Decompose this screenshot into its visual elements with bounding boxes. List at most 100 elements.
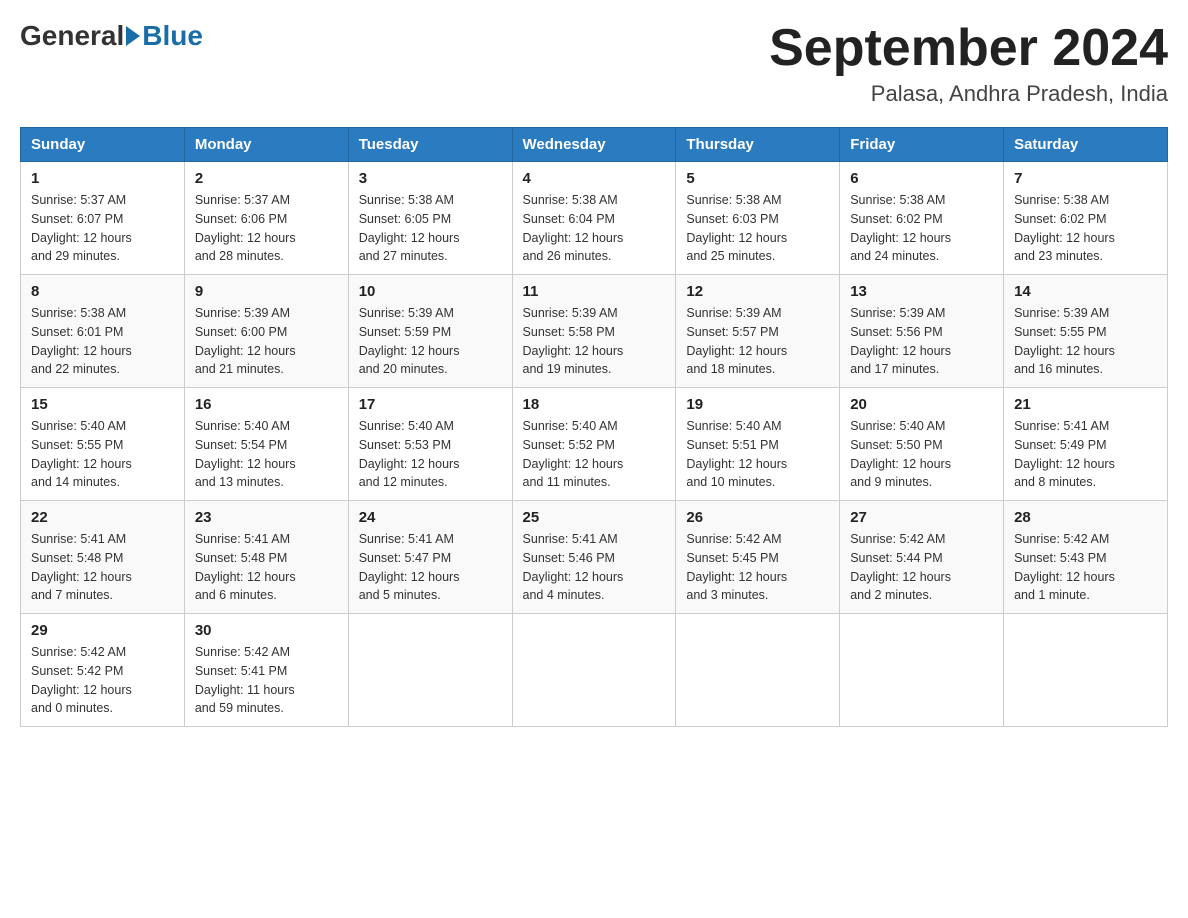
day-info: Sunrise: 5:41 AMSunset: 5:49 PMDaylight:… xyxy=(1014,417,1157,492)
day-info: Sunrise: 5:39 AMSunset: 5:55 PMDaylight:… xyxy=(1014,304,1157,379)
day-number: 3 xyxy=(359,170,502,187)
day-info: Sunrise: 5:37 AMSunset: 6:07 PMDaylight:… xyxy=(31,191,174,266)
empty-cell xyxy=(840,614,1004,727)
day-number: 12 xyxy=(686,283,829,300)
day-info: Sunrise: 5:42 AMSunset: 5:44 PMDaylight:… xyxy=(850,530,993,605)
empty-cell xyxy=(512,614,676,727)
day-number: 5 xyxy=(686,170,829,187)
location-subtitle: Palasa, Andhra Pradesh, India xyxy=(769,81,1168,107)
day-cell-27: 27 Sunrise: 5:42 AMSunset: 5:44 PMDayligh… xyxy=(840,501,1004,614)
day-info: Sunrise: 5:38 AMSunset: 6:02 PMDaylight:… xyxy=(1014,191,1157,266)
day-cell-21: 21 Sunrise: 5:41 AMSunset: 5:49 PMDayligh… xyxy=(1004,388,1168,501)
day-number: 8 xyxy=(31,283,174,300)
day-cell-18: 18 Sunrise: 5:40 AMSunset: 5:52 PMDayligh… xyxy=(512,388,676,501)
day-cell-16: 16 Sunrise: 5:40 AMSunset: 5:54 PMDayligh… xyxy=(184,388,348,501)
empty-cell xyxy=(348,614,512,727)
day-info: Sunrise: 5:41 AMSunset: 5:46 PMDaylight:… xyxy=(523,530,666,605)
day-number: 26 xyxy=(686,509,829,526)
calendar-week-2: 8 Sunrise: 5:38 AMSunset: 6:01 PMDaylight… xyxy=(21,275,1168,388)
day-number: 18 xyxy=(523,396,666,413)
logo-blue-text: Blue xyxy=(142,20,203,52)
day-cell-10: 10 Sunrise: 5:39 AMSunset: 5:59 PMDayligh… xyxy=(348,275,512,388)
day-info: Sunrise: 5:39 AMSunset: 5:56 PMDaylight:… xyxy=(850,304,993,379)
day-cell-15: 15 Sunrise: 5:40 AMSunset: 5:55 PMDayligh… xyxy=(21,388,185,501)
title-block: September 2024 Palasa, Andhra Pradesh, I… xyxy=(769,20,1168,107)
day-cell-7: 7 Sunrise: 5:38 AMSunset: 6:02 PMDaylight… xyxy=(1004,162,1168,275)
day-info: Sunrise: 5:41 AMSunset: 5:48 PMDaylight:… xyxy=(195,530,338,605)
day-number: 23 xyxy=(195,509,338,526)
day-info: Sunrise: 5:38 AMSunset: 6:01 PMDaylight:… xyxy=(31,304,174,379)
day-cell-13: 13 Sunrise: 5:39 AMSunset: 5:56 PMDayligh… xyxy=(840,275,1004,388)
day-number: 30 xyxy=(195,622,338,639)
day-cell-29: 29Sunrise: 5:42 AMSunset: 5:42 PMDayligh… xyxy=(21,614,185,727)
day-number: 19 xyxy=(686,396,829,413)
day-number: 9 xyxy=(195,283,338,300)
header-thursday: Thursday xyxy=(676,128,840,162)
empty-cell xyxy=(1004,614,1168,727)
day-cell-25: 25 Sunrise: 5:41 AMSunset: 5:46 PMDayligh… xyxy=(512,501,676,614)
calendar-week-4: 22 Sunrise: 5:41 AMSunset: 5:48 PMDayligh… xyxy=(21,501,1168,614)
day-info: Sunrise: 5:41 AMSunset: 5:47 PMDaylight:… xyxy=(359,530,502,605)
day-number: 14 xyxy=(1014,283,1157,300)
day-info: Sunrise: 5:39 AMSunset: 5:59 PMDaylight:… xyxy=(359,304,502,379)
day-cell-1: 1 Sunrise: 5:37 AMSunset: 6:07 PMDaylight… xyxy=(21,162,185,275)
day-info: Sunrise: 5:38 AMSunset: 6:05 PMDaylight:… xyxy=(359,191,502,266)
day-number: 25 xyxy=(523,509,666,526)
day-number: 10 xyxy=(359,283,502,300)
day-cell-8: 8 Sunrise: 5:38 AMSunset: 6:01 PMDaylight… xyxy=(21,275,185,388)
day-info: Sunrise: 5:40 AMSunset: 5:52 PMDaylight:… xyxy=(523,417,666,492)
day-info: Sunrise: 5:40 AMSunset: 5:55 PMDaylight:… xyxy=(31,417,174,492)
calendar-week-1: 1 Sunrise: 5:37 AMSunset: 6:07 PMDaylight… xyxy=(21,162,1168,275)
day-info: Sunrise: 5:39 AMSunset: 5:58 PMDaylight:… xyxy=(523,304,666,379)
day-number: 22 xyxy=(31,509,174,526)
day-info: Sunrise: 5:40 AMSunset: 5:50 PMDaylight:… xyxy=(850,417,993,492)
header-saturday: Saturday xyxy=(1004,128,1168,162)
day-number: 13 xyxy=(850,283,993,300)
day-number: 2 xyxy=(195,170,338,187)
day-cell-23: 23 Sunrise: 5:41 AMSunset: 5:48 PMDayligh… xyxy=(184,501,348,614)
day-info: Sunrise: 5:40 AMSunset: 5:54 PMDaylight:… xyxy=(195,417,338,492)
day-info: Sunrise: 5:38 AMSunset: 6:02 PMDaylight:… xyxy=(850,191,993,266)
day-number: 20 xyxy=(850,396,993,413)
day-info: Sunrise: 5:42 AMSunset: 5:45 PMDaylight:… xyxy=(686,530,829,605)
logo-arrow-icon xyxy=(126,26,140,46)
day-cell-14: 14 Sunrise: 5:39 AMSunset: 5:55 PMDayligh… xyxy=(1004,275,1168,388)
day-number: 24 xyxy=(359,509,502,526)
day-number: 21 xyxy=(1014,396,1157,413)
day-number: 11 xyxy=(523,283,666,300)
calendar-header-row: Sunday Monday Tuesday Wednesday Thursday… xyxy=(21,128,1168,162)
day-cell-11: 11 Sunrise: 5:39 AMSunset: 5:58 PMDayligh… xyxy=(512,275,676,388)
day-number: 15 xyxy=(31,396,174,413)
day-info: Sunrise: 5:40 AMSunset: 5:53 PMDaylight:… xyxy=(359,417,502,492)
header-tuesday: Tuesday xyxy=(348,128,512,162)
day-number: 17 xyxy=(359,396,502,413)
day-cell-19: 19Sunrise: 5:40 AMSunset: 5:51 PMDayligh… xyxy=(676,388,840,501)
day-cell-9: 9Sunrise: 5:39 AMSunset: 6:00 PMDaylight… xyxy=(184,275,348,388)
day-cell-12: 12Sunrise: 5:39 AMSunset: 5:57 PMDayligh… xyxy=(676,275,840,388)
header-monday: Monday xyxy=(184,128,348,162)
month-title: September 2024 xyxy=(769,20,1168,77)
day-cell-4: 4Sunrise: 5:38 AMSunset: 6:04 PMDaylight… xyxy=(512,162,676,275)
day-number: 4 xyxy=(523,170,666,187)
day-info: Sunrise: 5:42 AMSunset: 5:41 PMDaylight:… xyxy=(195,643,338,718)
day-info: Sunrise: 5:42 AMSunset: 5:43 PMDaylight:… xyxy=(1014,530,1157,605)
day-cell-24: 24 Sunrise: 5:41 AMSunset: 5:47 PMDayligh… xyxy=(348,501,512,614)
calendar-table: Sunday Monday Tuesday Wednesday Thursday… xyxy=(20,127,1168,727)
day-info: Sunrise: 5:37 AMSunset: 6:06 PMDaylight:… xyxy=(195,191,338,266)
day-number: 29 xyxy=(31,622,174,639)
day-number: 16 xyxy=(195,396,338,413)
day-cell-26: 26 Sunrise: 5:42 AMSunset: 5:45 PMDayligh… xyxy=(676,501,840,614)
day-cell-28: 28Sunrise: 5:42 AMSunset: 5:43 PMDayligh… xyxy=(1004,501,1168,614)
header-sunday: Sunday xyxy=(21,128,185,162)
day-number: 1 xyxy=(31,170,174,187)
day-cell-5: 5 Sunrise: 5:38 AMSunset: 6:03 PMDaylight… xyxy=(676,162,840,275)
day-cell-2: 2 Sunrise: 5:37 AMSunset: 6:06 PMDaylight… xyxy=(184,162,348,275)
day-info: Sunrise: 5:38 AMSunset: 6:03 PMDaylight:… xyxy=(686,191,829,266)
logo: General Blue xyxy=(20,20,203,52)
day-number: 7 xyxy=(1014,170,1157,187)
day-cell-17: 17 Sunrise: 5:40 AMSunset: 5:53 PMDayligh… xyxy=(348,388,512,501)
day-cell-20: 20 Sunrise: 5:40 AMSunset: 5:50 PMDayligh… xyxy=(840,388,1004,501)
day-cell-30: 30 Sunrise: 5:42 AMSunset: 5:41 PMDayligh… xyxy=(184,614,348,727)
day-number: 27 xyxy=(850,509,993,526)
empty-cell xyxy=(676,614,840,727)
